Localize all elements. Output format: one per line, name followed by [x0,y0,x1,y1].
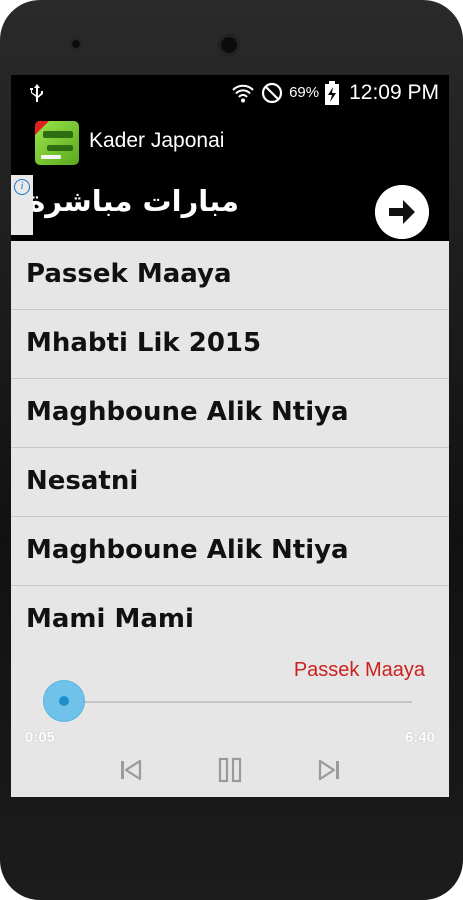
status-clock: 12:09 PM [349,80,439,104]
ad-text[interactable]: مبارات مباشرة [28,184,239,218]
next-icon[interactable] [314,754,346,786]
app-title: Kader Japonai [89,129,225,152]
usb-icon [30,84,43,102]
seek-track[interactable] [60,701,412,703]
duration-time: 6:40 [404,729,435,746]
list-item[interactable]: Mhabti Lik 2015 [11,310,449,379]
status-bar: 69% 12:09 PM [11,75,449,110]
now-playing-title: Passek Maaya [293,659,425,681]
song-title: Mhabti Lik 2015 [26,328,262,358]
ad-banner[interactable]: مبارات مباشرة [11,174,449,241]
list-item[interactable]: Mami Mami [11,586,449,654]
elapsed-time: 0:05 [25,729,56,746]
do-not-disturb-icon [261,82,283,103]
song-title: Passek Maaya [26,259,232,289]
wifi-icon [232,84,254,102]
seek-thumb-core [59,696,70,706]
song-title: Maghboune Alik Ntiya [26,397,349,427]
phone-frame: 69% 12:09 PM Kader Japonai مبارات مباشرة… [0,0,463,900]
song-title: Mami Mami [26,604,194,634]
list-item[interactable]: Maghboune Alik Ntiya [11,517,449,586]
info-icon[interactable]: i [14,179,30,195]
song-title: Maghboune Alik Ntiya [26,535,349,565]
song-list: Passek Maaya Mhabti Lik 2015 Maghboune A… [11,241,449,659]
arrow-right-icon[interactable] [375,185,429,239]
battery-charging-icon [325,80,340,105]
list-item[interactable]: Maghboune Alik Ntiya [11,379,449,448]
song-title: Nesatni [26,466,139,496]
list-item[interactable]: Nesatni [11,448,449,517]
seek-thumb[interactable] [44,681,85,721]
app-logo-icon [35,121,73,159]
list-item[interactable]: Passek Maaya [11,241,449,310]
earpiece-speaker [218,34,240,56]
pause-icon[interactable] [214,754,246,786]
front-sensor [70,38,82,50]
battery-percent: 69% [289,84,320,101]
action-bar: Kader Japonai [11,110,449,174]
ad-info-tab[interactable]: i [11,175,33,235]
app-icon[interactable] [35,121,79,165]
screen: 69% 12:09 PM Kader Japonai مبارات مباشرة… [11,75,449,797]
previous-icon[interactable] [114,754,146,786]
player-panel: Passek Maaya 0:05 6:40 [11,659,449,797]
